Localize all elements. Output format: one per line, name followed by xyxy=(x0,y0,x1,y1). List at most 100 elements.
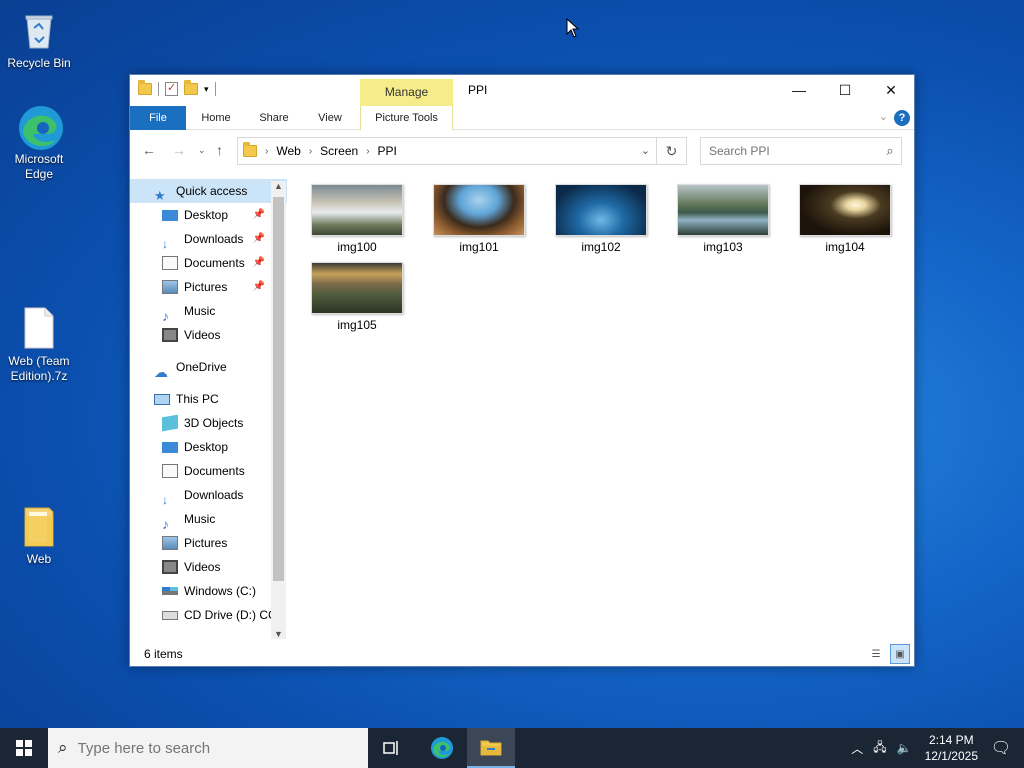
clock[interactable]: 2:14 PM 12/1/2025 xyxy=(925,732,978,764)
pin-icon: 📌 xyxy=(252,281,265,292)
show-hidden-icons-icon[interactable]: ︿ xyxy=(851,740,863,757)
properties-icon[interactable] xyxy=(165,81,178,96)
breadcrumb-screen[interactable]: Screen xyxy=(320,144,358,158)
nav-this-pc[interactable]: This PC xyxy=(130,387,287,411)
nav-scrollbar[interactable]: ▲ ▼ xyxy=(271,181,286,639)
new-folder-icon[interactable] xyxy=(184,80,198,95)
file-tile[interactable]: img105 xyxy=(302,259,412,332)
nav-quick-downloads[interactable]: ↓ Downloads 📌 xyxy=(130,227,287,251)
folder-icon xyxy=(138,80,152,95)
tab-picture-tools[interactable]: Picture Tools xyxy=(360,106,453,130)
documents-icon xyxy=(162,256,178,270)
desktop-icon-7z-file[interactable]: Web (Team Edition).7z xyxy=(1,306,77,384)
search-box[interactable]: ⌕ xyxy=(700,137,902,165)
file-tile[interactable]: img104 xyxy=(790,181,900,254)
volume-muted-icon[interactable]: 🔈 xyxy=(897,741,912,755)
drive-icon xyxy=(162,587,178,595)
customize-toolbar-icon[interactable]: ▾ xyxy=(204,84,209,95)
file-explorer-icon xyxy=(480,740,502,756)
address-dropdown-icon[interactable]: ⌄ xyxy=(641,144,650,157)
expand-ribbon-icon[interactable]: ⌄ xyxy=(879,110,888,123)
help-icon[interactable]: ? xyxy=(894,110,910,126)
nav-quick-pictures[interactable]: Pictures 📌 xyxy=(130,275,287,299)
taskbar-search-box[interactable]: ⌕ xyxy=(48,728,368,768)
address-row: ← → ⌄ ↑ › Web › Screen › PPI ⌄ ↻ ⌕ xyxy=(130,130,914,170)
tab-share[interactable]: Share xyxy=(250,106,298,130)
nav-quick-music[interactable]: ♪ Music xyxy=(130,299,287,324)
file-tile[interactable]: img102 xyxy=(546,181,656,254)
recent-locations-icon[interactable]: ⌄ xyxy=(198,145,206,156)
nav-pc-downloads[interactable]: ↓ Downloads xyxy=(130,483,287,507)
system-tray: ︿ 🖧 🔈 2:14 PM 12/1/2025 xyxy=(846,728,978,768)
thumbnail-image xyxy=(677,184,769,236)
desktop-icon-edge[interactable]: Microsoft Edge xyxy=(1,104,77,182)
nav-pc-desktop[interactable]: Desktop xyxy=(130,435,287,459)
breadcrumb-ppi[interactable]: PPI xyxy=(378,144,397,158)
breadcrumb-web[interactable]: Web xyxy=(276,144,300,158)
refresh-button[interactable]: ↻ xyxy=(657,137,687,165)
tab-home[interactable]: Home xyxy=(192,106,240,130)
file-tile[interactable]: img101 xyxy=(424,181,534,254)
pin-icon: 📌 xyxy=(252,209,265,220)
back-icon[interactable]: ← xyxy=(142,142,156,158)
manage-tab[interactable]: Manage xyxy=(360,79,453,106)
minimize-button[interactable]: — xyxy=(776,75,822,105)
scroll-down-icon[interactable]: ▼ xyxy=(274,629,283,639)
forward-icon[interactable]: → xyxy=(172,142,186,158)
taskbar-file-explorer-button[interactable] xyxy=(467,728,515,768)
scroll-up-icon[interactable]: ▲ xyxy=(274,181,283,191)
nav-quick-videos[interactable]: Videos xyxy=(130,323,287,347)
task-view-button[interactable] xyxy=(368,728,416,768)
music-icon: ♪ xyxy=(162,308,169,324)
breadcrumb: › Web › Screen › PPI xyxy=(265,144,397,158)
desktop-icon-recycle-bin[interactable]: Recycle Bin xyxy=(1,8,77,71)
details-view-icon[interactable]: ☰ xyxy=(866,644,886,664)
pictures-icon xyxy=(162,536,178,550)
up-icon[interactable]: ↑ xyxy=(216,142,223,158)
taskbar-search-input[interactable] xyxy=(77,739,338,757)
windows-logo-icon xyxy=(16,740,32,756)
nav-pc-music[interactable]: ♪ Music xyxy=(130,507,287,532)
nav-onedrive[interactable]: ☁ OneDrive xyxy=(130,355,287,380)
nav-quick-documents[interactable]: Documents 📌 xyxy=(130,251,287,275)
nav-pc-cd-drive[interactable]: CD Drive (D:) CC xyxy=(130,603,287,627)
search-input[interactable] xyxy=(701,144,879,158)
videos-icon xyxy=(162,560,178,574)
large-icons-view-icon[interactable]: ▣ xyxy=(890,644,910,664)
scroll-thumb[interactable] xyxy=(273,197,284,581)
start-button[interactable] xyxy=(0,728,48,768)
navigation-pane: ★ Quick access Desktop 📌 ↓ Downloads 📌 D… xyxy=(130,171,287,643)
close-button[interactable]: ✕ xyxy=(868,75,914,105)
file-name: img102 xyxy=(581,240,621,254)
edge-icon xyxy=(431,737,453,759)
search-icon: ⌕ xyxy=(58,738,68,757)
desktop-icon xyxy=(162,209,178,221)
window-title: PPI xyxy=(468,83,488,97)
nav-pc-videos[interactable]: Videos xyxy=(130,555,287,579)
address-bar[interactable]: › Web › Screen › PPI ⌄ xyxy=(237,137,657,165)
taskbar-edge-button[interactable] xyxy=(418,728,466,768)
file-tile[interactable]: img103 xyxy=(668,181,778,254)
tab-view[interactable]: View xyxy=(306,106,354,130)
status-bar: 6 items ☰ ▣ xyxy=(130,642,914,666)
nav-pc-3d-objects[interactable]: 3D Objects xyxy=(130,411,287,435)
edge-icon xyxy=(17,104,63,150)
title-bar[interactable]: ▾ Manage PPI — ☐ ✕ xyxy=(130,75,914,106)
thumbnail-image xyxy=(799,184,891,236)
computer-icon xyxy=(154,393,170,405)
clock-time: 2:14 PM xyxy=(928,733,974,747)
desktop-icon-web-folder[interactable]: Web xyxy=(1,504,77,567)
nav-pc-pictures[interactable]: Pictures xyxy=(130,531,287,555)
network-icon[interactable]: 🖧 xyxy=(873,738,886,759)
nav-quick-desktop[interactable]: Desktop 📌 xyxy=(130,203,287,227)
thumbnail-image xyxy=(433,184,525,236)
nav-quick-access[interactable]: ★ Quick access xyxy=(130,179,287,203)
tab-file[interactable]: File xyxy=(130,106,186,130)
maximize-button[interactable]: ☐ xyxy=(822,75,868,105)
nav-pc-windows-c[interactable]: Windows (C:) xyxy=(130,579,287,603)
folder-icon xyxy=(243,142,257,157)
notification-center-icon[interactable]: 🗨 xyxy=(978,728,1024,768)
nav-pc-documents[interactable]: Documents xyxy=(130,459,287,483)
star-icon: ★ xyxy=(154,188,166,203)
file-tile[interactable]: img100 xyxy=(302,181,412,254)
